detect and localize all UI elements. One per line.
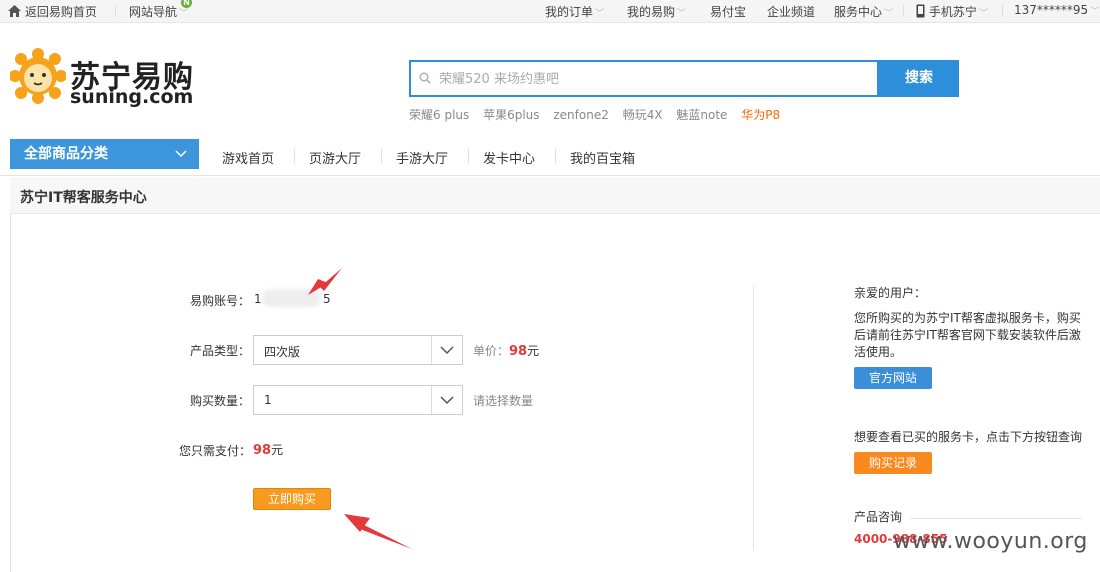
consult-divider <box>910 518 1082 519</box>
product-type-value: 四次版 <box>264 345 301 359</box>
search-input[interactable] <box>437 62 871 97</box>
service-panel <box>10 177 1100 572</box>
search-box <box>409 60 879 97</box>
chevron-down-icon: ﹀ <box>978 9 988 19</box>
site-nav-label: 网站导航 <box>129 5 178 19</box>
home-link[interactable]: 返回易购首页 <box>8 3 97 20</box>
unit-price-value: 98 <box>509 344 528 359</box>
desc-line-1: 您所购买的为苏宁IT帮客虚拟服务卡，购买 <box>854 311 1081 325</box>
hot-word-link[interactable]: 魅蓝note <box>676 108 727 122</box>
pay-value: 98 <box>253 443 272 458</box>
my-orders-label: 我的订单 <box>545 5 594 19</box>
nav-item-web-games[interactable]: 页游大厅 <box>309 148 361 167</box>
chevron-down-icon: ﹀ <box>179 9 189 19</box>
hot-word-highlight-link[interactable]: 华为P8 <box>741 108 780 122</box>
quantity-label: 购买数量： <box>190 394 251 408</box>
service-center-label: 服务中心 <box>834 5 883 19</box>
official-site-button[interactable]: 官方网站 <box>854 367 932 389</box>
desc-line-2: 后请前往苏宁IT帮客官网下载安装软件后激 <box>854 328 1081 342</box>
logo-english-text: suning.com <box>70 86 194 108</box>
greeting: 亲爱的用户： <box>854 286 927 300</box>
hot-word-link[interactable]: 畅玩4X <box>623 108 663 122</box>
quantity-select[interactable]: 1 <box>253 385 463 415</box>
page-title: 苏宁IT帮客服务中心 <box>20 190 147 206</box>
account-value-start: 1 <box>254 292 262 306</box>
hot-word-link[interactable]: 苹果6plus <box>483 108 539 122</box>
chevron-down-icon <box>440 346 454 355</box>
site-nav-menu[interactable]: 网站导航 ﹀ <box>129 3 188 20</box>
pay-unit: 元 <box>271 443 284 457</box>
nav-divider <box>0 175 1100 176</box>
hot-word-link[interactable]: zenfone2 <box>553 108 608 122</box>
all-categories-label: 全部商品分类 <box>24 146 108 162</box>
hot-word-link[interactable]: 荣耀6 plus <box>409 108 469 122</box>
unit-price-unit: 元 <box>527 344 540 358</box>
mobile-suning-label: 手机苏宁 <box>928 5 977 19</box>
product-type-select[interactable]: 四次版 <box>253 335 463 365</box>
phone-icon <box>916 4 925 18</box>
home-link-label: 返回易购首页 <box>24 5 97 19</box>
user-account-label: 137******95 <box>1014 3 1089 17</box>
quantity-value: 1 <box>264 393 272 407</box>
buy-now-button[interactable]: 立即购买 <box>253 488 331 510</box>
unit-price-label: 单价： <box>473 344 510 358</box>
consult-label: 产品咨询 <box>854 510 903 524</box>
enterprise-link[interactable]: 企业频道 <box>767 3 815 20</box>
vertical-divider <box>753 285 754 550</box>
all-categories-menu[interactable]: 全部商品分类 <box>10 139 199 169</box>
panel-header <box>10 177 1100 214</box>
new-badge: N <box>181 0 192 8</box>
yifubao-link[interactable]: 易付宝 <box>710 3 746 20</box>
top-bar: 返回易购首页 网站导航 ﹀ N 我的订单 ﹀ 我的易购 ﹀ 易付宝 企业频道 服务中心… <box>0 0 1100 23</box>
watermark: www.wooyun.org <box>893 529 1088 554</box>
pay-label: 您只需支付： <box>179 444 252 458</box>
my-yigou-label: 我的易购 <box>627 5 676 19</box>
home-icon <box>8 5 21 17</box>
search-button[interactable]: 搜索 <box>879 60 959 97</box>
chevron-down-icon: ﹀ <box>595 9 605 19</box>
nav-item-mobile-games[interactable]: 手游大厅 <box>396 148 448 167</box>
mobile-suning-menu[interactable]: 手机苏宁 ﹀ <box>916 3 988 20</box>
my-orders-menu[interactable]: 我的订单 ﹀ <box>545 3 604 20</box>
quantity-hint: 请选择数量 <box>473 394 534 408</box>
service-center-menu[interactable]: 服务中心 ﹀ <box>834 3 893 20</box>
hot-search-words: 荣耀6 plus 苹果6plus zenfone2 畅玩4X 魅蓝note 华为… <box>409 106 790 123</box>
desc-line-3: 活使用。 <box>854 345 903 359</box>
nav-item-treasure-box[interactable]: 我的百宝箱 <box>570 148 635 167</box>
annotation-arrow-icon <box>308 268 342 295</box>
account-label: 易购账号： <box>190 294 251 308</box>
query-text: 想要查看已买的服务卡，点击下方按钮查询 <box>854 430 1083 444</box>
my-yigou-menu[interactable]: 我的易购 ﹀ <box>627 3 686 20</box>
purchase-records-button[interactable]: 购买记录 <box>854 452 932 474</box>
nav-item-card-center[interactable]: 发卡中心 <box>483 148 535 167</box>
product-type-label: 产品类型： <box>190 344 251 358</box>
chevron-down-icon: ﹀ <box>677 9 687 19</box>
nav-item-game-home[interactable]: 游戏首页 <box>222 148 274 167</box>
chevron-down-icon: ﹀ <box>884 9 894 19</box>
annotation-arrow-icon <box>344 514 412 549</box>
suning-lion-logo-icon[interactable] <box>10 48 66 104</box>
pay-amount: 98元 <box>253 441 283 458</box>
unit-price: 单价：98元 <box>473 342 539 359</box>
search-icon <box>419 72 431 84</box>
chevron-down-icon <box>175 150 187 158</box>
chevron-down-icon <box>440 396 454 405</box>
user-account-menu[interactable]: 137******95 ﹀ <box>1014 3 1099 17</box>
chevron-down-icon: ﹀ <box>1090 7 1100 17</box>
